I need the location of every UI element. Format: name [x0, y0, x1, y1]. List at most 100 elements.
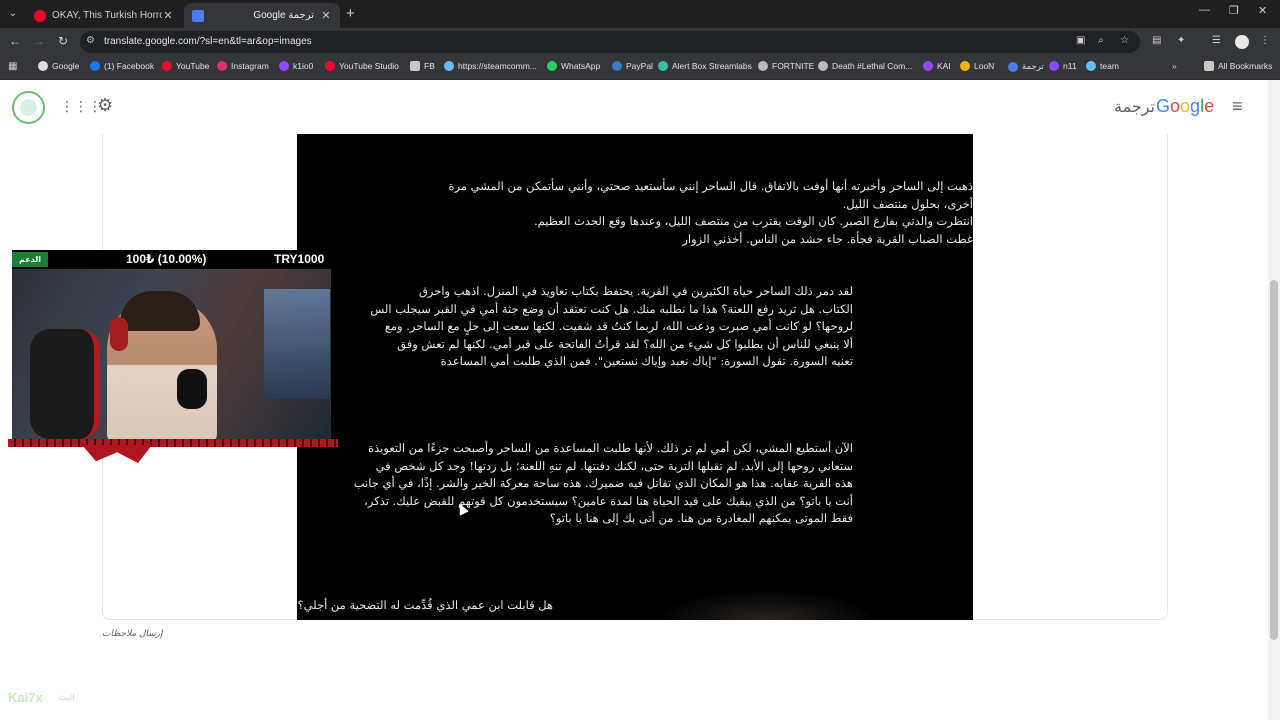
bookmark-label: k1io0 [293, 61, 314, 71]
translated-line: أخرى، بحلول منتصف الليل. [842, 196, 973, 211]
bookmark-item[interactable]: k1io0 [279, 61, 313, 71]
streamlabs-icon [658, 61, 668, 71]
logo-letter: o [1180, 96, 1191, 116]
bookmark-item[interactable]: Death #Lethal Com... [818, 61, 912, 71]
close-window-icon[interactable]: ✕ [1258, 4, 1267, 17]
screenshot-icon[interactable]: ▤ [1152, 35, 1161, 46]
translated-line: هذه القرية عقابه. هذا هو المكان الذي تقا… [353, 476, 853, 490]
twitch-icon [1049, 61, 1059, 71]
microphone [177, 369, 207, 409]
close-icon[interactable]: ✕ [320, 9, 332, 22]
background-monitor [264, 289, 330, 399]
translated-paragraph-2: لقد دمر ذلك الساحر حياة الكثيرين في القر… [297, 283, 853, 371]
minimize-icon[interactable]: — [1199, 4, 1210, 16]
youtube-studio-icon [325, 61, 335, 71]
donation-goal: TRY1000 [274, 252, 325, 266]
bookmark-item[interactable]: FB [410, 61, 435, 71]
url-text[interactable]: translate.google.com/?sl=en&tl=ar&op=ima… [104, 36, 312, 47]
google-translate-icon [192, 9, 204, 22]
google-apps-icon[interactable]: ⋮⋮⋮ [60, 98, 102, 115]
new-tab-icon[interactable]: + [346, 5, 355, 22]
profile-avatar[interactable] [1235, 35, 1249, 49]
tab-title: Google ترجمة [253, 10, 314, 21]
image-glow [657, 590, 877, 620]
google-icon [38, 61, 48, 71]
bookmark-item[interactable]: YouTube [162, 61, 209, 71]
bookmark-item[interactable]: n11 [1049, 61, 1077, 71]
bookmark-label: https://steamcomm... [458, 61, 537, 71]
bookmark-label: YouTube [176, 61, 210, 71]
stream-watermark: Kai7x [8, 690, 43, 705]
bookmark-label: KAI [937, 61, 951, 71]
tab-google-translate[interactable]: Google ترجمة ✕ [184, 3, 340, 28]
media-icon[interactable]: ☰ [1212, 35, 1221, 46]
bookmark-item[interactable]: Instagram [217, 61, 269, 71]
logo-letter: G [1156, 96, 1171, 116]
scrollbar-thumb[interactable] [1270, 280, 1278, 640]
bookmark-item[interactable]: YouTube Studio [325, 61, 399, 71]
page-scrollbar[interactable] [1268, 80, 1280, 720]
bookmark-star-icon[interactable]: ☆ [1120, 35, 1129, 46]
bookmark-label: YouTube Studio [339, 61, 399, 71]
bookmark-label: Death #Lethal Com... [832, 61, 913, 71]
more-menu-icon[interactable]: ⋮ [1260, 35, 1270, 46]
all-bookmarks[interactable]: All Bookmarks [1204, 61, 1272, 71]
bookmarks-bar: ▦ Google (1) Facebook YouTube Instagram k1io… [0, 56, 1280, 80]
bookmark-item[interactable]: team [1086, 61, 1119, 71]
page-translate-icon[interactable]: ▣ [1076, 35, 1085, 46]
site-info-icon[interactable]: ⚙ [86, 35, 95, 46]
whatsapp-icon [547, 61, 557, 71]
bookmark-item[interactable]: ترجمة [1008, 61, 1044, 72]
bookmark-item[interactable]: Alert Box Streamlabs [658, 61, 752, 71]
bookmark-item[interactable]: FORTNITE [758, 61, 814, 71]
bookmark-item[interactable]: https://steamcomm... [444, 61, 537, 71]
bookmark-label: team [1100, 61, 1119, 71]
settings-gear-icon[interactable]: ⚙ [97, 95, 113, 116]
logo-letter: o [1170, 96, 1181, 116]
translated-line: ذهبت إلى الساحر وأخبرته أنها أوفت بالاتف… [448, 179, 974, 193]
apps-grid-icon[interactable]: ▦ [8, 61, 20, 73]
translated-line: ألا ينبغي للناس أن يطلبوا كل شيء من الله… [397, 336, 853, 351]
translated-line: الآن أستطيع المشي، لكن أمي لم تر ذلك. لأ… [368, 441, 853, 455]
bookmark-item[interactable]: PayPal [612, 61, 653, 71]
loon-icon [960, 61, 970, 71]
hamburger-menu-icon[interactable]: ≡ [1232, 96, 1243, 117]
address-bar[interactable]: ⚙ translate.google.com/?sl=en&tl=ar&op=i… [80, 31, 1140, 53]
bookmark-label: Instagram [231, 61, 269, 71]
google-translate-icon [1008, 61, 1018, 72]
youtube-icon [34, 9, 46, 22]
bookmark-item[interactable]: (1) Facebook [90, 61, 154, 71]
facebook-icon [90, 61, 100, 71]
tab-strip: ⌄ OKAY, This Turkish Horror Game ✕ Googl… [0, 0, 1280, 28]
close-icon[interactable]: ✕ [162, 9, 174, 22]
bookmark-label: FORTNITE [772, 61, 815, 71]
back-icon[interactable]: ← [7, 34, 23, 48]
tab-search-icon[interactable]: ⌄ [4, 5, 22, 23]
translated-line: لروحها؟ لو كانت أمي صبرت ودعت الله، لربم… [384, 319, 853, 333]
restore-icon[interactable]: ❐ [1229, 4, 1239, 17]
logo-letter: g [1190, 96, 1201, 116]
bookmarks-overflow-icon[interactable]: » [1172, 61, 1177, 71]
bookmark-item[interactable]: WhatsApp [547, 61, 600, 71]
webcam-video [12, 269, 331, 441]
translated-line: انتظرت والدتي بفارغ الصبر. كان الوقت يقت… [533, 214, 973, 228]
bookmark-label: FB [424, 61, 435, 71]
translated-line: لقد دمر ذلك الساحر حياة الكثيرين في القر… [418, 284, 853, 298]
fortnite-icon [758, 61, 768, 71]
bookmark-item[interactable]: LooN [960, 61, 994, 71]
translated-line: تعنيه السورة. تقول السورة: "إياك نعبد وإ… [440, 354, 853, 368]
account-avatar[interactable] [12, 91, 45, 124]
forward-icon[interactable]: → [31, 34, 47, 48]
zoom-icon[interactable]: ⌕ [1098, 35, 1104, 46]
send-feedback-link[interactable]: إرسال ملاحظات [102, 628, 163, 639]
steam-icon [444, 61, 454, 71]
google-translate-logo[interactable]: ترجمة Google [1114, 96, 1214, 117]
instagram-icon [217, 61, 227, 71]
reload-icon[interactable]: ↻ [55, 34, 71, 48]
folder-icon [410, 61, 420, 71]
bookmark-item[interactable]: Google [38, 61, 79, 71]
tab-youtube[interactable]: OKAY, This Turkish Horror Game ✕ [26, 3, 182, 28]
bookmark-item[interactable]: KAI [923, 61, 951, 71]
extensions-icon[interactable]: ✦ [1177, 35, 1185, 46]
logo-letter: e [1204, 96, 1215, 116]
